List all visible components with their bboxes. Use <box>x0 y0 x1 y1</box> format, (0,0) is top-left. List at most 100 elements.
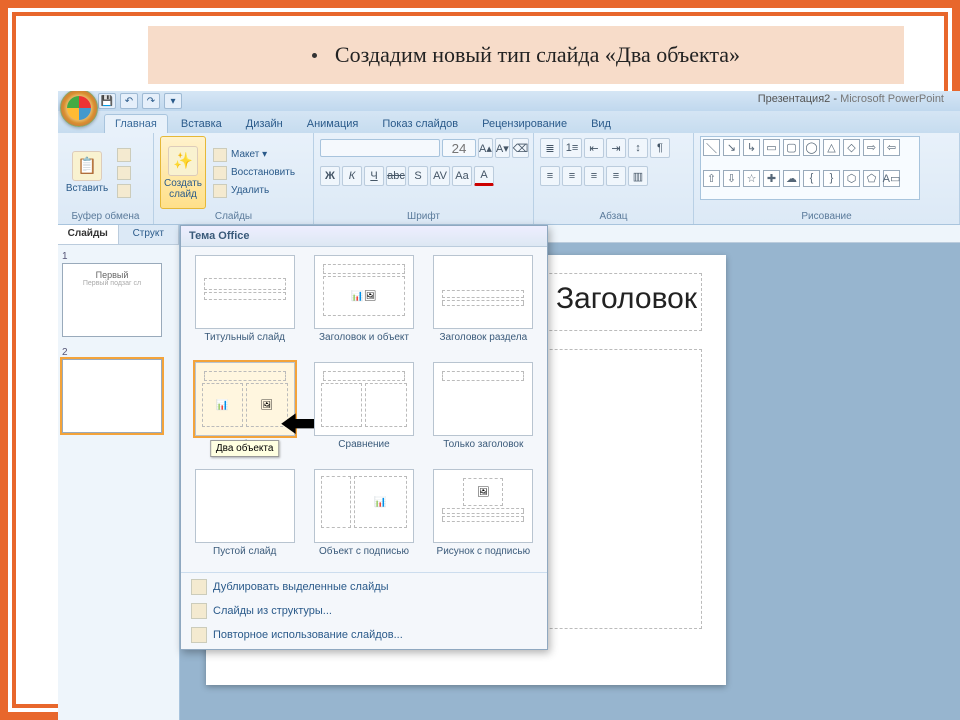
shape-leftarrow-icon[interactable]: ⇦ <box>883 139 900 156</box>
layout-picture-caption[interactable]: 🖼 Рисунок с подписью <box>430 469 537 568</box>
layout-comparison[interactable]: Сравнение <box>310 362 417 461</box>
ribbon: 📋 Вставить Буфер обмена ✨ Создать слайд <box>58 133 960 225</box>
indent-more-button[interactable]: ⇥ <box>606 138 626 158</box>
shape-line-icon[interactable]: ＼ <box>703 139 720 156</box>
indent-less-button[interactable]: ⇤ <box>584 138 604 158</box>
reuse-slides-cmd[interactable]: Повторное использование слайдов... <box>181 623 547 647</box>
copy-icon <box>117 166 131 180</box>
format-painter-button[interactable] <box>114 183 134 199</box>
group-label-drawing: Рисование <box>700 209 953 222</box>
brush-icon <box>117 184 131 198</box>
slides-pane: Слайды Структ 1 Первый Первый подзаг сл … <box>58 225 180 720</box>
layout-title-slide[interactable]: Титульный слайд <box>191 255 298 354</box>
new-slide-button[interactable]: ✨ Создать слайд <box>160 136 206 209</box>
outline-tab[interactable]: Структ <box>119 225 180 244</box>
layout-blank[interactable]: Пустой слайд <box>191 469 298 568</box>
shape-uparrow-icon[interactable]: ⇧ <box>703 170 720 187</box>
align-center-button[interactable]: ≡ <box>562 166 582 186</box>
numbering-button[interactable]: 1≡ <box>562 138 582 158</box>
shape-connector-icon[interactable]: ↳ <box>743 139 760 156</box>
shrink-font-button[interactable]: A▾ <box>495 138 510 158</box>
shape-rect-icon[interactable]: ▭ <box>763 139 780 156</box>
shape-textbox-icon[interactable]: A▭ <box>883 170 900 187</box>
title-bar: 💾 ↶ ↷ ▾ Презентация2 - Microsoft PowerPo… <box>58 91 960 111</box>
qat-customize-button[interactable]: ▾ <box>164 93 182 109</box>
tab-animation[interactable]: Анимация <box>296 114 370 133</box>
justify-button[interactable]: ≡ <box>606 166 626 186</box>
layout-title-content[interactable]: 📊🖼 Заголовок и объект <box>310 255 417 354</box>
tab-design[interactable]: Дизайн <box>235 114 294 133</box>
shape-triangle-icon[interactable]: △ <box>823 139 840 156</box>
columns-button[interactable]: ▥ <box>628 166 648 186</box>
underline-button[interactable]: Ч <box>364 166 384 186</box>
layout-title-only[interactable]: Только заголовок <box>430 362 537 461</box>
layout-gallery-popup: Тема Office Титульный слайд 📊🖼 Заголовок… <box>180 225 548 650</box>
shape-pent-icon[interactable]: ⬠ <box>863 170 880 187</box>
case-button[interactable]: Aa <box>452 166 472 186</box>
bullets-button[interactable]: ≣ <box>540 138 560 158</box>
layout-two-content[interactable]: 📊🖼 Два объекта ⬅ Два объекта <box>191 362 298 461</box>
tab-review[interactable]: Рецензирование <box>471 114 578 133</box>
shape-arrow-icon[interactable]: ↘ <box>723 139 740 156</box>
tab-slideshow[interactable]: Показ слайдов <box>371 114 469 133</box>
delete-slide-button[interactable]: Удалить <box>210 183 298 199</box>
align-right-button[interactable]: ≡ <box>584 166 604 186</box>
slide-thumbnail-2[interactable] <box>62 359 162 433</box>
tab-view[interactable]: Вид <box>580 114 622 133</box>
shape-brace2-icon[interactable]: } <box>823 170 840 187</box>
group-label-slides: Слайды <box>160 209 307 222</box>
strike-button[interactable]: abc <box>386 166 406 186</box>
slides-from-outline-cmd[interactable]: Слайды из структуры... <box>181 599 547 623</box>
copy-button[interactable] <box>114 165 134 181</box>
clear-format-button[interactable]: ⌫ <box>512 138 530 158</box>
grow-font-button[interactable]: A▴ <box>478 138 493 158</box>
delete-icon <box>213 184 227 198</box>
slides-tab[interactable]: Слайды <box>58 225 119 244</box>
window-title: Презентация2 - Microsoft PowerPoint <box>758 93 944 105</box>
layout-content-caption[interactable]: 📊 Объект с подписью <box>310 469 417 568</box>
qat-save-button[interactable]: 💾 <box>98 93 116 109</box>
layout-icon <box>213 148 227 162</box>
quick-access-toolbar: 💾 ↶ ↷ ▾ <box>98 93 182 109</box>
reset-button[interactable]: Восстановить <box>210 165 298 181</box>
powerpoint-window: 💾 ↶ ↷ ▾ Презентация2 - Microsoft PowerPo… <box>58 91 960 720</box>
tab-home[interactable]: Главная <box>104 114 168 133</box>
spacing-button[interactable]: AV <box>430 166 450 186</box>
italic-button[interactable]: К <box>342 166 362 186</box>
font-size-combo[interactable] <box>442 139 476 157</box>
clipboard-icon: 📋 <box>72 151 102 181</box>
font-color-button[interactable]: A <box>474 166 494 186</box>
cut-button[interactable] <box>114 147 134 163</box>
bold-button[interactable]: Ж <box>320 166 340 186</box>
slide-thumbnail-1[interactable]: Первый Первый подзаг сл <box>62 263 162 337</box>
shape-diamond-icon[interactable]: ◇ <box>843 139 860 156</box>
shadow-button[interactable]: S <box>408 166 428 186</box>
reset-icon <box>213 166 227 180</box>
shape-star-icon[interactable]: ☆ <box>743 170 760 187</box>
shape-brace-icon[interactable]: { <box>803 170 820 187</box>
text-direction-button[interactable]: ¶ <box>650 138 670 158</box>
align-left-button[interactable]: ≡ <box>540 166 560 186</box>
paste-button[interactable]: 📋 Вставить <box>64 136 110 209</box>
qat-redo-button[interactable]: ↷ <box>142 93 160 109</box>
ribbon-tabs: Главная Вставка Дизайн Анимация Показ сл… <box>58 111 960 133</box>
qat-undo-button[interactable]: ↶ <box>120 93 138 109</box>
font-name-combo[interactable] <box>320 139 440 157</box>
shape-plus-icon[interactable]: ✚ <box>763 170 780 187</box>
shapes-gallery[interactable]: ＼ ↘ ↳ ▭ ▢ ◯ △ ◇ ⇨ ⇦ ⇧ ⇩ ☆ ✚ ☁ { } <box>700 136 920 200</box>
duplicate-slides-cmd[interactable]: Дублировать выделенные слайды <box>181 575 547 599</box>
shape-downarrow-icon[interactable]: ⇩ <box>723 170 740 187</box>
scissors-icon <box>117 148 131 162</box>
thumb-number: 2 <box>62 347 72 358</box>
tab-insert[interactable]: Вставка <box>170 114 233 133</box>
new-slide-icon: ✨ <box>168 146 198 176</box>
shape-oval-icon[interactable]: ◯ <box>803 139 820 156</box>
layout-button[interactable]: Макет ▾ <box>210 147 298 163</box>
shape-callout-icon[interactable]: ☁ <box>783 170 800 187</box>
line-spacing-button[interactable]: ↕ <box>628 138 648 158</box>
layout-section-header[interactable]: Заголовок раздела <box>430 255 537 354</box>
group-label-font: Шрифт <box>320 209 527 222</box>
shape-roundrect-icon[interactable]: ▢ <box>783 139 800 156</box>
shape-hex-icon[interactable]: ⬡ <box>843 170 860 187</box>
shape-rightarrow-icon[interactable]: ⇨ <box>863 139 880 156</box>
